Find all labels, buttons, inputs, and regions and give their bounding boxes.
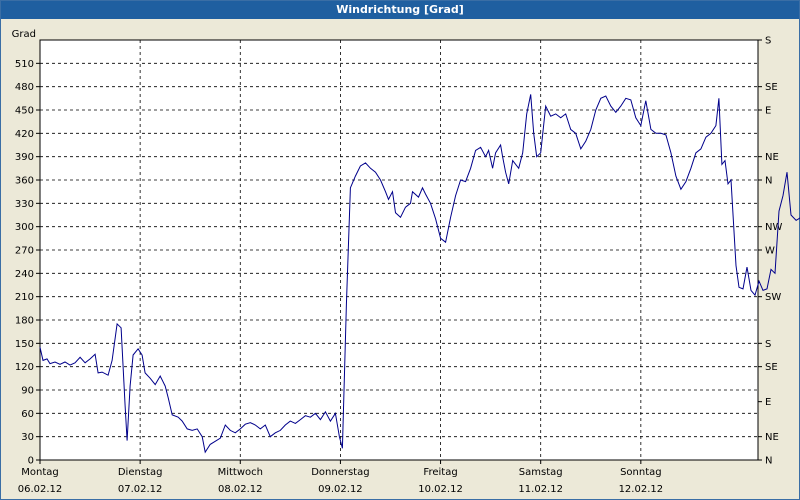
right-tick-label: E [765,397,771,408]
y-tick-label: 360 [15,176,34,187]
x-tick-date: 11.02.12 [518,484,563,495]
x-tick-date: 08.02.12 [218,484,263,495]
x-tick-day: Sonntag [620,467,662,478]
x-tick-day: Dienstag [118,467,163,478]
right-tick-label: SW [765,292,781,303]
x-tick-date: 10.02.12 [418,484,463,495]
x-tick-date: 12.02.12 [619,484,664,495]
y-tick-label: 90 [21,386,34,397]
y-tick-label: 210 [15,292,34,303]
y-tick-label: 480 [15,82,34,93]
right-tick-label: SE [765,82,778,93]
right-tick-label: SE [765,362,778,373]
right-tick-label: N [765,456,772,467]
y-tick-label: 30 [21,432,34,443]
y-tick-label: 270 [15,246,34,257]
x-tick-day: Donnerstag [311,467,369,478]
y-tick-label: 150 [15,339,34,350]
right-tick-label: NE [765,432,779,443]
y-tick-label: 180 [15,316,34,327]
x-tick-day: Samstag [519,467,563,478]
x-tick-date: 09.02.12 [318,484,363,495]
y-axis-label: Grad [12,29,36,40]
y-tick-label: 390 [15,152,34,163]
x-tick-day: Mittwoch [218,467,263,478]
y-tick-label: 0 [28,456,34,467]
plot-area [39,39,759,461]
y-tick-label: 420 [15,129,34,140]
x-tick-day: Freitag [423,467,457,478]
right-tick-label: N [765,176,772,187]
right-tick-label: S [765,339,771,350]
y-tick-label: 240 [15,269,34,280]
y-tick-label: 60 [21,409,34,420]
right-tick-label: S [765,36,771,47]
y-tick-label: 450 [15,106,34,117]
right-tick-label: W [765,246,775,257]
right-tick-label: NE [765,152,779,163]
y-tick-label: 330 [15,199,34,210]
y-tick-label: 510 [15,59,34,70]
wind-direction-chart: 0 30 60 90 120 150 180 210 240 270 300 330 360 390 420… [12,29,800,495]
x-tick-date: 07.02.12 [118,484,163,495]
y-tick-label: 120 [15,362,34,373]
x-tick-day: Montag [21,467,58,478]
right-tick-label: NW [765,222,782,233]
x-tick-date: 06.02.12 [18,484,63,495]
right-tick-label: E [765,106,771,117]
y-tick-label: 300 [15,222,34,233]
